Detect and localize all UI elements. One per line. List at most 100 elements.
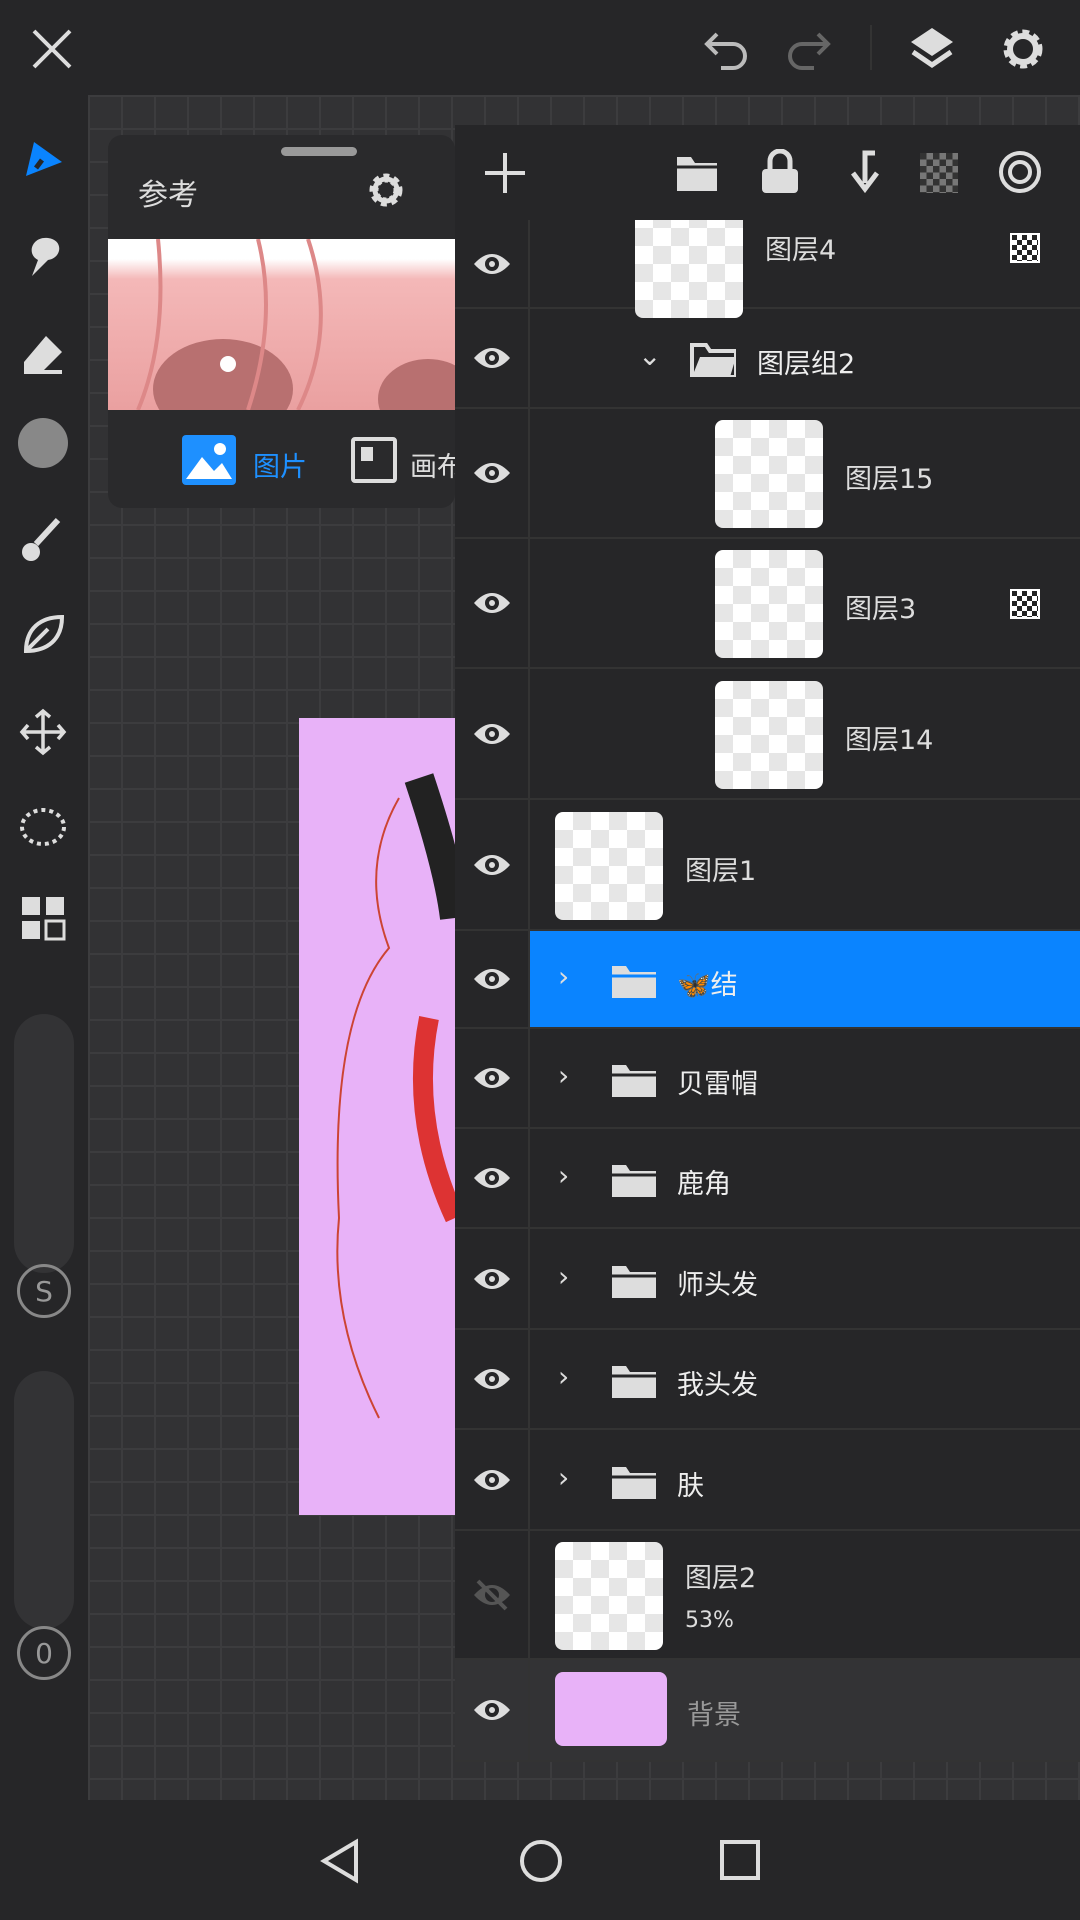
layer-opacity: 53%	[685, 1607, 734, 1633]
layer-thumbnail	[715, 680, 823, 789]
layer-row[interactable]: 图层15	[455, 409, 1080, 539]
eye-icon[interactable]	[455, 669, 530, 798]
layers-panel: 图层4 ⌄ 图层组2 图层15 图层3 图层14 图层1 › 🦋结 › 贝雷帽 › 鹿角 › 师头发 › 我头发…	[455, 125, 1080, 1762]
reference-image[interactable]	[108, 238, 455, 439]
folder-icon	[612, 1165, 656, 1197]
eye-icon[interactable]	[455, 409, 530, 537]
layer-thumbnail	[715, 550, 823, 658]
image-tab-icon[interactable]	[182, 435, 236, 485]
layers-icon[interactable]	[907, 24, 957, 74]
smudge-tool-icon[interactable]	[14, 226, 72, 284]
eye-icon[interactable]	[455, 800, 530, 929]
eye-icon[interactable]	[455, 309, 530, 407]
eye-icon[interactable]	[455, 1029, 530, 1127]
leaf-tool-icon[interactable]	[14, 605, 72, 663]
eye-icon[interactable]	[455, 1229, 530, 1328]
chevron-right-icon[interactable]: ›	[558, 1360, 569, 1393]
layer-name: 🦋结	[677, 970, 738, 1001]
eye-icon[interactable]	[455, 220, 530, 307]
eye-hidden-icon[interactable]	[455, 1531, 530, 1658]
top-bar	[0, 0, 1080, 95]
layer-row[interactable]: 图层2 53%	[455, 1531, 1080, 1660]
alpha-lock-icon[interactable]	[1010, 589, 1040, 619]
size-indicator[interactable]: S	[17, 1264, 71, 1318]
transform-tool-icon[interactable]	[14, 703, 72, 761]
layer-row[interactable]: 图层14	[455, 669, 1080, 800]
divider	[870, 25, 872, 70]
blend-mode-icon[interactable]	[997, 149, 1043, 195]
reference-title: 参考	[138, 178, 198, 213]
opacity-slider[interactable]	[14, 1371, 74, 1629]
back-icon[interactable]	[318, 1838, 362, 1884]
brush-tool-icon[interactable]	[14, 128, 72, 186]
chevron-right-icon[interactable]: ›	[558, 1461, 569, 1494]
layer-name: 图层4	[765, 234, 837, 266]
lock-icon[interactable]	[760, 149, 800, 195]
brush-size-slider[interactable]	[14, 1014, 74, 1273]
system-nav-bar	[0, 1800, 1080, 1920]
undo-icon[interactable]	[703, 28, 753, 72]
eye-icon[interactable]	[455, 1129, 530, 1227]
chevron-right-icon[interactable]: ›	[558, 960, 569, 993]
reference-panel: 参考 图片 画布	[108, 135, 455, 508]
layer-name: 图层组2	[757, 349, 856, 380]
layer-row[interactable]: › 师头发	[455, 1229, 1080, 1330]
reference-settings-icon[interactable]	[363, 167, 409, 213]
layer-name: 图层2	[685, 1562, 757, 1594]
layer-row[interactable]: 图层1	[455, 800, 1080, 931]
layer-thumbnail	[555, 1672, 667, 1746]
canvas-tab-label[interactable]: 画布	[410, 445, 455, 484]
paint-tool-icon[interactable]	[14, 510, 72, 568]
recents-icon[interactable]	[718, 1838, 762, 1882]
eye-icon[interactable]	[455, 1330, 530, 1428]
layer-row[interactable]: 图层3	[455, 539, 1080, 669]
artwork-canvas[interactable]	[299, 718, 455, 1515]
layer-thumbnail	[555, 811, 663, 920]
layer-row[interactable]: › 我头发	[455, 1330, 1080, 1430]
layer-thumbnail	[555, 1541, 663, 1650]
image-tab-label[interactable]: 图片	[253, 445, 307, 484]
eye-icon[interactable]	[455, 1660, 530, 1760]
canvas-tab-icon[interactable]	[351, 437, 397, 483]
layer-name: 图层1	[685, 855, 757, 887]
layer-name: 图层14	[845, 724, 934, 756]
chevron-right-icon[interactable]: ›	[558, 1159, 569, 1192]
layer-row[interactable]: › 鹿角	[455, 1129, 1080, 1229]
chevron-down-icon[interactable]: ⌄	[638, 339, 661, 372]
drag-handle[interactable]	[281, 147, 357, 156]
new-group-icon[interactable]	[675, 153, 719, 193]
eye-icon[interactable]	[455, 1430, 530, 1529]
close-icon[interactable]	[30, 27, 74, 71]
opacity-indicator[interactable]: 0	[17, 1626, 71, 1680]
alpha-lock-icon[interactable]	[1010, 232, 1040, 263]
layer-row[interactable]: 背景	[455, 1660, 1080, 1762]
layer-name: 贝雷帽	[677, 1069, 758, 1100]
layer-row[interactable]: › 肤	[455, 1430, 1080, 1531]
folder-icon	[612, 1366, 656, 1398]
color-picker-icon[interactable]	[14, 414, 72, 472]
layer-row[interactable]: › 🦋结	[455, 931, 1080, 1029]
add-layer-icon[interactable]	[483, 151, 527, 195]
home-icon[interactable]	[518, 1838, 564, 1884]
chevron-right-icon[interactable]: ›	[558, 1260, 569, 1293]
lasso-tool-icon[interactable]	[14, 798, 72, 856]
layer-name: 师头发	[677, 1269, 758, 1301]
settings-icon[interactable]	[998, 24, 1048, 74]
tool-sidebar: S 0	[0, 95, 88, 1800]
eye-icon[interactable]	[455, 539, 530, 667]
eye-icon[interactable]	[455, 931, 530, 1027]
layer-row[interactable]: ⌄ 图层组2	[455, 309, 1080, 409]
layer-row[interactable]: › 贝雷帽	[455, 1029, 1080, 1129]
layer-name: 我头发	[677, 1370, 758, 1401]
redo-icon[interactable]	[782, 28, 832, 72]
layers-toolbar	[455, 125, 1080, 220]
layer-row[interactable]: 图层4	[455, 210, 1080, 318]
eraser-tool-icon[interactable]	[14, 324, 72, 382]
grid-menu-icon[interactable]	[14, 889, 72, 947]
folder-icon	[612, 1466, 656, 1499]
folder-icon	[612, 1065, 656, 1097]
chevron-right-icon[interactable]: ›	[558, 1059, 569, 1092]
transparency-icon[interactable]	[920, 153, 958, 193]
layer-name: 图层3	[845, 594, 917, 625]
merge-down-icon[interactable]	[845, 149, 885, 195]
